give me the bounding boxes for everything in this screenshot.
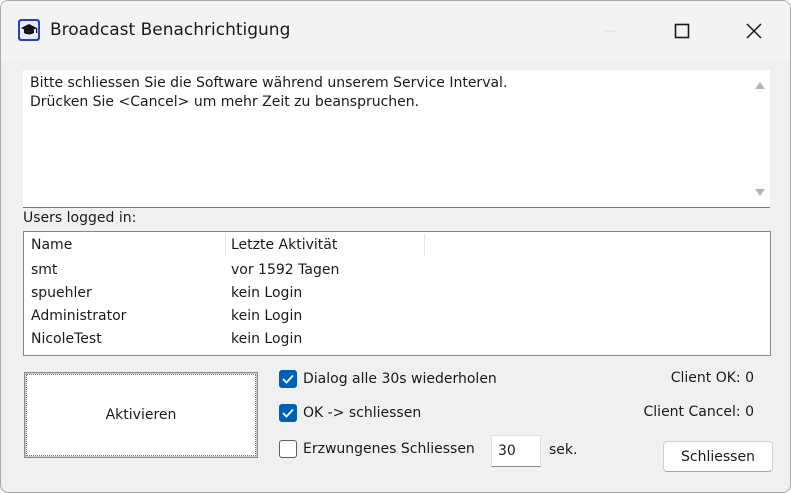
table-row[interactable]: smt vor 1592 Tagen <box>24 259 770 282</box>
focus-rectangle <box>26 374 256 456</box>
seconds-unit-label: sek. <box>549 442 578 458</box>
user-activity-cell: vor 1592 Tagen <box>231 262 340 278</box>
minimize-button[interactable] <box>587 11 633 51</box>
ok-close-label[interactable]: OK -> schliessen <box>303 404 421 423</box>
maximize-icon <box>674 23 690 39</box>
maximize-button[interactable] <box>659 11 705 51</box>
column-header-activity[interactable]: Letzte Aktivität <box>231 232 337 258</box>
users-logged-in-label: Users logged in: <box>23 210 137 226</box>
user-activity-cell: kein Login <box>231 285 303 301</box>
user-name-cell: Administrator <box>31 308 127 324</box>
repeat-dialog-label[interactable]: Dialog alle 30s wiederholen <box>303 370 497 389</box>
graduation-cap-icon <box>18 19 40 41</box>
window-title: Broadcast Benachrichtigung <box>50 20 291 40</box>
scroll-down-arrow-icon[interactable] <box>755 189 765 196</box>
user-name-cell: NicoleTest <box>31 331 102 347</box>
message-textbox[interactable]: Bitte schliessen Sie die Software währen… <box>23 70 770 208</box>
checkbox-unchecked-icon[interactable] <box>279 440 297 458</box>
user-name-cell: smt <box>31 262 58 278</box>
client-ok-count: Client OK: 0 <box>670 370 754 386</box>
forced-close-label[interactable]: Erzwungenes Schliessen <box>303 440 475 459</box>
user-name-cell: spuehler <box>31 285 92 301</box>
message-scrollbar[interactable] <box>750 70 770 207</box>
checkbox-checked-icon[interactable] <box>279 370 297 388</box>
client-cancel-count: Client Cancel: 0 <box>643 404 754 420</box>
close-button[interactable]: Schliessen <box>663 441 773 472</box>
column-separator[interactable] <box>424 234 425 256</box>
activate-button[interactable]: Aktivieren <box>24 372 258 458</box>
checkbox-checked-icon[interactable] <box>279 404 297 422</box>
user-activity-cell: kein Login <box>231 331 303 347</box>
close-window-button[interactable] <box>731 11 777 51</box>
title-bar[interactable]: Broadcast Benachrichtigung <box>1 1 790 61</box>
user-activity-cell: kein Login <box>231 308 303 324</box>
table-row[interactable]: spuehler kein Login <box>24 282 770 305</box>
users-list-header: Name Letzte Aktivität <box>24 232 770 258</box>
table-row[interactable]: Administrator kein Login <box>24 305 770 328</box>
table-row[interactable]: NicoleTest kein Login <box>24 328 770 351</box>
scroll-up-arrow-icon[interactable] <box>755 82 765 89</box>
seconds-input[interactable] <box>491 435 541 467</box>
close-icon <box>746 23 762 39</box>
message-text: Bitte schliessen Sie die Software währen… <box>30 75 508 110</box>
dialog-window: Broadcast Benachrichtigung Bitte schlies… <box>0 0 791 493</box>
column-separator[interactable] <box>225 234 226 256</box>
minimize-icon <box>604 30 616 32</box>
column-header-name[interactable]: Name <box>31 232 72 258</box>
users-list[interactable]: Name Letzte Aktivität smt vor 1592 Tagen… <box>23 231 771 356</box>
